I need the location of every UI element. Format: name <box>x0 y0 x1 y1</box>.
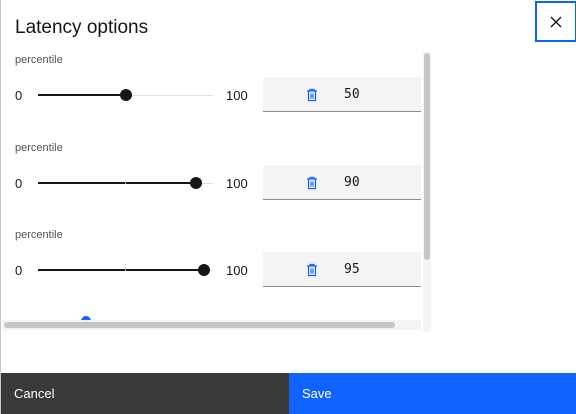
vertical-scrollbar-thumb[interactable] <box>424 53 430 260</box>
percentile-list[interactable]: percentile 0 100 50 percentile 0 100 90 … <box>2 48 432 333</box>
slider-filled-track <box>38 182 196 184</box>
modal-header: Latency options <box>15 16 148 40</box>
slider-midpoint-tick <box>125 181 126 184</box>
delete-percentile-button[interactable] <box>303 86 321 104</box>
slider-filled-track <box>38 269 205 271</box>
slider-thumb[interactable] <box>198 264 211 276</box>
slider-thumb[interactable] <box>189 177 202 189</box>
percentile-slider[interactable] <box>38 177 213 189</box>
percentile-value-field[interactable]: 95 <box>263 252 421 287</box>
save-button[interactable]: Save <box>289 373 576 414</box>
horizontal-scrollbar-thumb[interactable] <box>4 322 395 328</box>
slider-max-value: 100 <box>226 88 248 103</box>
percentile-row: percentile 0 100 50 <box>2 53 422 133</box>
trash-icon <box>307 176 317 190</box>
delete-percentile-button[interactable] <box>303 174 321 192</box>
slider-max-value: 100 <box>226 176 248 191</box>
slider-min-value: 0 <box>15 176 23 191</box>
percentile-value: 90 <box>344 175 360 190</box>
percentile-value: 95 <box>344 262 360 277</box>
percentile-label: percentile <box>15 142 63 154</box>
delete-percentile-button[interactable] <box>303 261 321 279</box>
close-button[interactable] <box>535 1 576 42</box>
percentile-value: 50 <box>344 87 360 102</box>
percentile-row: percentile 0 100 90 <box>2 141 422 221</box>
slider-filled-track <box>38 94 126 96</box>
horizontal-scrollbar[interactable] <box>2 320 421 330</box>
cancel-button[interactable]: Cancel <box>1 373 289 414</box>
percentile-label: percentile <box>15 54 63 66</box>
slider-thumb[interactable] <box>119 89 132 101</box>
slider-max-value: 100 <box>226 263 248 278</box>
slider-min-value: 0 <box>15 88 23 103</box>
modal-footer: Cancel Save <box>1 373 576 414</box>
percentile-label: percentile <box>15 229 63 241</box>
slider-midpoint-tick <box>125 268 126 271</box>
latency-options-modal: Latency options percentile 0 100 50 perc… <box>0 0 576 414</box>
modal-title: Latency options <box>15 17 149 38</box>
percentile-row: percentile 0 100 95 <box>2 228 422 308</box>
percentile-slider[interactable] <box>38 264 213 276</box>
percentile-value-field[interactable]: 90 <box>263 165 421 200</box>
trash-icon <box>307 88 317 102</box>
percentile-value-field[interactable]: 50 <box>263 77 421 112</box>
slider-min-value: 0 <box>15 263 23 278</box>
trash-icon <box>307 263 317 277</box>
vertical-scrollbar[interactable] <box>423 52 431 332</box>
percentile-slider[interactable] <box>38 89 213 101</box>
close-icon <box>550 16 562 27</box>
